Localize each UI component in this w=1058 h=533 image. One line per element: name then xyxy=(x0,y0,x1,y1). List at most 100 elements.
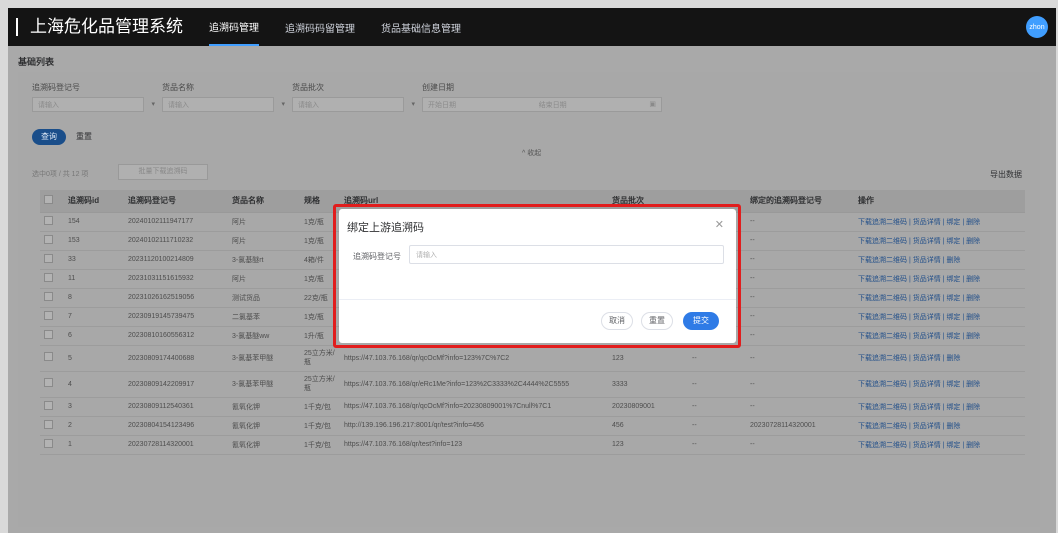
dialog-reset-button[interactable]: 重置 xyxy=(641,312,673,330)
close-icon[interactable]: ✕ xyxy=(715,218,724,231)
col-bound-reg-no[interactable]: 绑定的追溯码登记号 xyxy=(746,190,854,213)
batch-download-button[interactable]: 批量下载追溯码 xyxy=(118,164,208,180)
op-link[interactable]: 下载追溯二维码 xyxy=(858,355,907,362)
cell-ops: 下载追溯二维码 | 货品详情 | 删除 xyxy=(854,250,1025,270)
op-link[interactable]: 下载追溯二维码 xyxy=(858,219,907,226)
row-checkbox[interactable] xyxy=(40,212,64,232)
op-link[interactable]: 绑定 xyxy=(946,238,960,245)
op-link[interactable]: 删除 xyxy=(966,442,980,449)
op-link[interactable]: 下载追溯二维码 xyxy=(858,423,907,430)
goods-name-input[interactable]: 请输入 ▾ xyxy=(162,97,285,112)
op-link[interactable]: 绑定 xyxy=(946,333,960,340)
cell-url: https://47.103.76.168/qr/eRc1Me?info=123… xyxy=(340,371,608,398)
tab-trace-code[interactable]: 追溯码管理 xyxy=(209,8,259,46)
op-link[interactable]: 绑定 xyxy=(946,295,960,302)
row-checkbox[interactable] xyxy=(40,416,64,436)
op-link[interactable]: 删除 xyxy=(946,355,960,362)
cell-bound-reg-no: -- xyxy=(746,371,854,398)
row-checkbox[interactable] xyxy=(40,231,64,251)
op-link[interactable]: 货品详情 xyxy=(913,381,941,388)
row-checkbox[interactable] xyxy=(40,345,64,372)
cell-reg-no: 20230809142209917 xyxy=(124,371,228,398)
collapse-toggle[interactable]: ^ 收起 xyxy=(522,148,541,158)
op-link[interactable]: 删除 xyxy=(966,276,980,283)
op-link[interactable]: 下载追溯二维码 xyxy=(858,295,907,302)
cell-spec: 1千克/包 xyxy=(300,397,340,417)
op-link[interactable]: 删除 xyxy=(966,238,980,245)
query-button[interactable]: 查询 xyxy=(32,129,66,145)
date-range-picker[interactable]: 开始日期 结束日期 ▣ xyxy=(422,97,662,112)
batch-input[interactable]: 请输入 ▾ xyxy=(292,97,415,112)
op-link[interactable]: 删除 xyxy=(966,314,980,321)
cell-spec: 1千克/包 xyxy=(300,416,340,436)
op-link[interactable]: 下载追溯二维码 xyxy=(858,442,907,449)
op-link[interactable]: 删除 xyxy=(966,219,980,226)
upstream-reg-no-input[interactable]: 请输入 xyxy=(409,245,724,264)
op-link[interactable]: 绑定 xyxy=(946,381,960,388)
op-link[interactable]: 货品详情 xyxy=(913,276,941,283)
cell-bound-reg-no: -- xyxy=(746,231,854,251)
cell-id: 6 xyxy=(64,326,124,346)
op-link[interactable]: 绑定 xyxy=(946,219,960,226)
op-link[interactable]: 绑定 xyxy=(946,442,960,449)
op-link[interactable]: 货品详情 xyxy=(913,314,941,321)
op-link[interactable]: 下载追溯二维码 xyxy=(858,333,907,340)
op-link[interactable]: 绑定 xyxy=(946,314,960,321)
op-link[interactable]: 删除 xyxy=(966,295,980,302)
op-link[interactable]: 货品详情 xyxy=(913,238,941,245)
cell-batch: 20230809001 xyxy=(608,397,688,417)
op-link[interactable]: 绑定 xyxy=(946,404,960,411)
cell-ops: 下载追溯二维码 | 货品详情 | 绑定 | 删除 xyxy=(854,435,1025,455)
select-all-checkbox[interactable] xyxy=(40,190,64,213)
op-link[interactable]: 删除 xyxy=(966,333,980,340)
cell-id: 8 xyxy=(64,288,124,308)
row-checkbox[interactable] xyxy=(40,250,64,270)
avatar[interactable]: zhon xyxy=(1026,16,1048,38)
reset-button[interactable]: 重置 xyxy=(76,129,106,145)
op-link[interactable]: 下载追溯二维码 xyxy=(858,238,907,245)
op-link[interactable]: 下载追溯二维码 xyxy=(858,314,907,321)
cell-goods-name: 阿片 xyxy=(228,269,300,289)
start-date: 开始日期 xyxy=(428,102,456,109)
op-link[interactable]: 货品详情 xyxy=(913,404,941,411)
row-checkbox[interactable] xyxy=(40,269,64,289)
reg-no-input[interactable]: 请输入 ▾ xyxy=(32,97,155,112)
row-checkbox[interactable] xyxy=(40,288,64,308)
op-link[interactable]: 货品详情 xyxy=(913,333,941,340)
cell-id: 1 xyxy=(64,435,124,455)
cell-ops: 下载追溯二维码 | 货品详情 | 绑定 | 删除 xyxy=(854,288,1025,308)
cancel-button[interactable]: 取消 xyxy=(601,312,633,330)
export-button[interactable]: 导出数据 xyxy=(990,169,1022,180)
submit-button[interactable]: 提交 xyxy=(683,312,719,330)
row-checkbox[interactable] xyxy=(40,397,64,417)
op-link[interactable]: 删除 xyxy=(946,257,960,264)
row-checkbox[interactable] xyxy=(40,371,64,398)
op-link[interactable]: 货品详情 xyxy=(913,219,941,226)
cell-reg-no: 20230728114320001 xyxy=(124,435,228,455)
cell-id: 4 xyxy=(64,371,124,398)
op-link[interactable]: 货品详情 xyxy=(913,442,941,449)
chevron-down-icon: ▾ xyxy=(281,101,285,108)
op-link[interactable]: 绑定 xyxy=(946,276,960,283)
op-link[interactable]: 下载追溯二维码 xyxy=(858,381,907,388)
cell-id: 11 xyxy=(64,269,124,289)
op-link[interactable]: 货品详情 xyxy=(913,423,941,430)
op-link[interactable]: 下载追溯二维码 xyxy=(858,276,907,283)
tab-trace-code-reserve[interactable]: 追溯码码留管理 xyxy=(285,8,355,46)
cell-bound-reg-no: -- xyxy=(746,288,854,308)
op-link[interactable]: 删除 xyxy=(966,381,980,388)
row-checkbox[interactable] xyxy=(40,435,64,455)
tab-goods-info[interactable]: 货品基础信息管理 xyxy=(381,8,461,46)
end-date: 结束日期 xyxy=(538,102,567,109)
row-checkbox[interactable] xyxy=(40,326,64,346)
op-link[interactable]: 货品详情 xyxy=(913,355,941,362)
row-checkbox[interactable] xyxy=(40,307,64,327)
op-link[interactable]: 下载追溯二维码 xyxy=(858,257,907,264)
op-link[interactable]: 删除 xyxy=(966,404,980,411)
op-link[interactable]: 删除 xyxy=(946,423,960,430)
op-link[interactable]: 货品详情 xyxy=(913,257,941,264)
cell-url: http://139.196.196.217:8001/qr/test?info… xyxy=(340,416,608,436)
op-link[interactable]: 下载追溯二维码 xyxy=(858,404,907,411)
op-link[interactable]: 货品详情 xyxy=(913,295,941,302)
cell-goods-name: 二氯基苯 xyxy=(228,307,300,327)
